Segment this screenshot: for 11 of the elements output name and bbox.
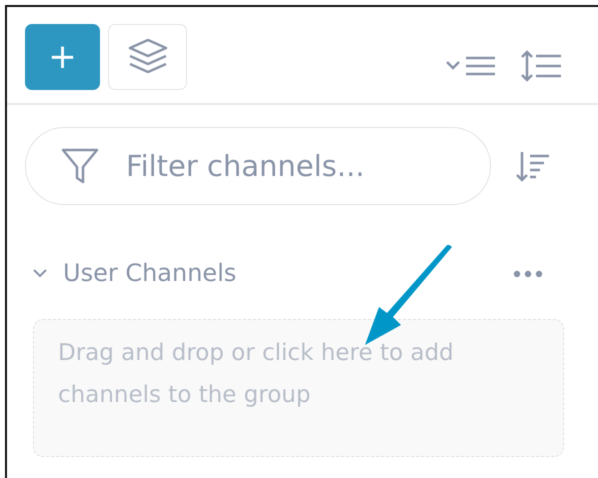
more-icon[interactable] <box>513 270 543 278</box>
group-title[interactable]: User Channels <box>63 255 236 291</box>
dropzone-hint[interactable]: Drag and drop or click here to add channels to the group <box>33 319 564 457</box>
expand-all-icon[interactable] <box>520 50 562 82</box>
sort-icon[interactable] <box>515 150 551 182</box>
chevron-icon[interactable] <box>33 268 47 278</box>
layers-button[interactable] <box>108 24 187 90</box>
add-button[interactable]: + <box>25 24 100 90</box>
filter-icon <box>61 147 99 185</box>
filter-field[interactable]: Filter channels... <box>25 127 491 205</box>
collapse-all-icon[interactable] <box>446 55 496 77</box>
